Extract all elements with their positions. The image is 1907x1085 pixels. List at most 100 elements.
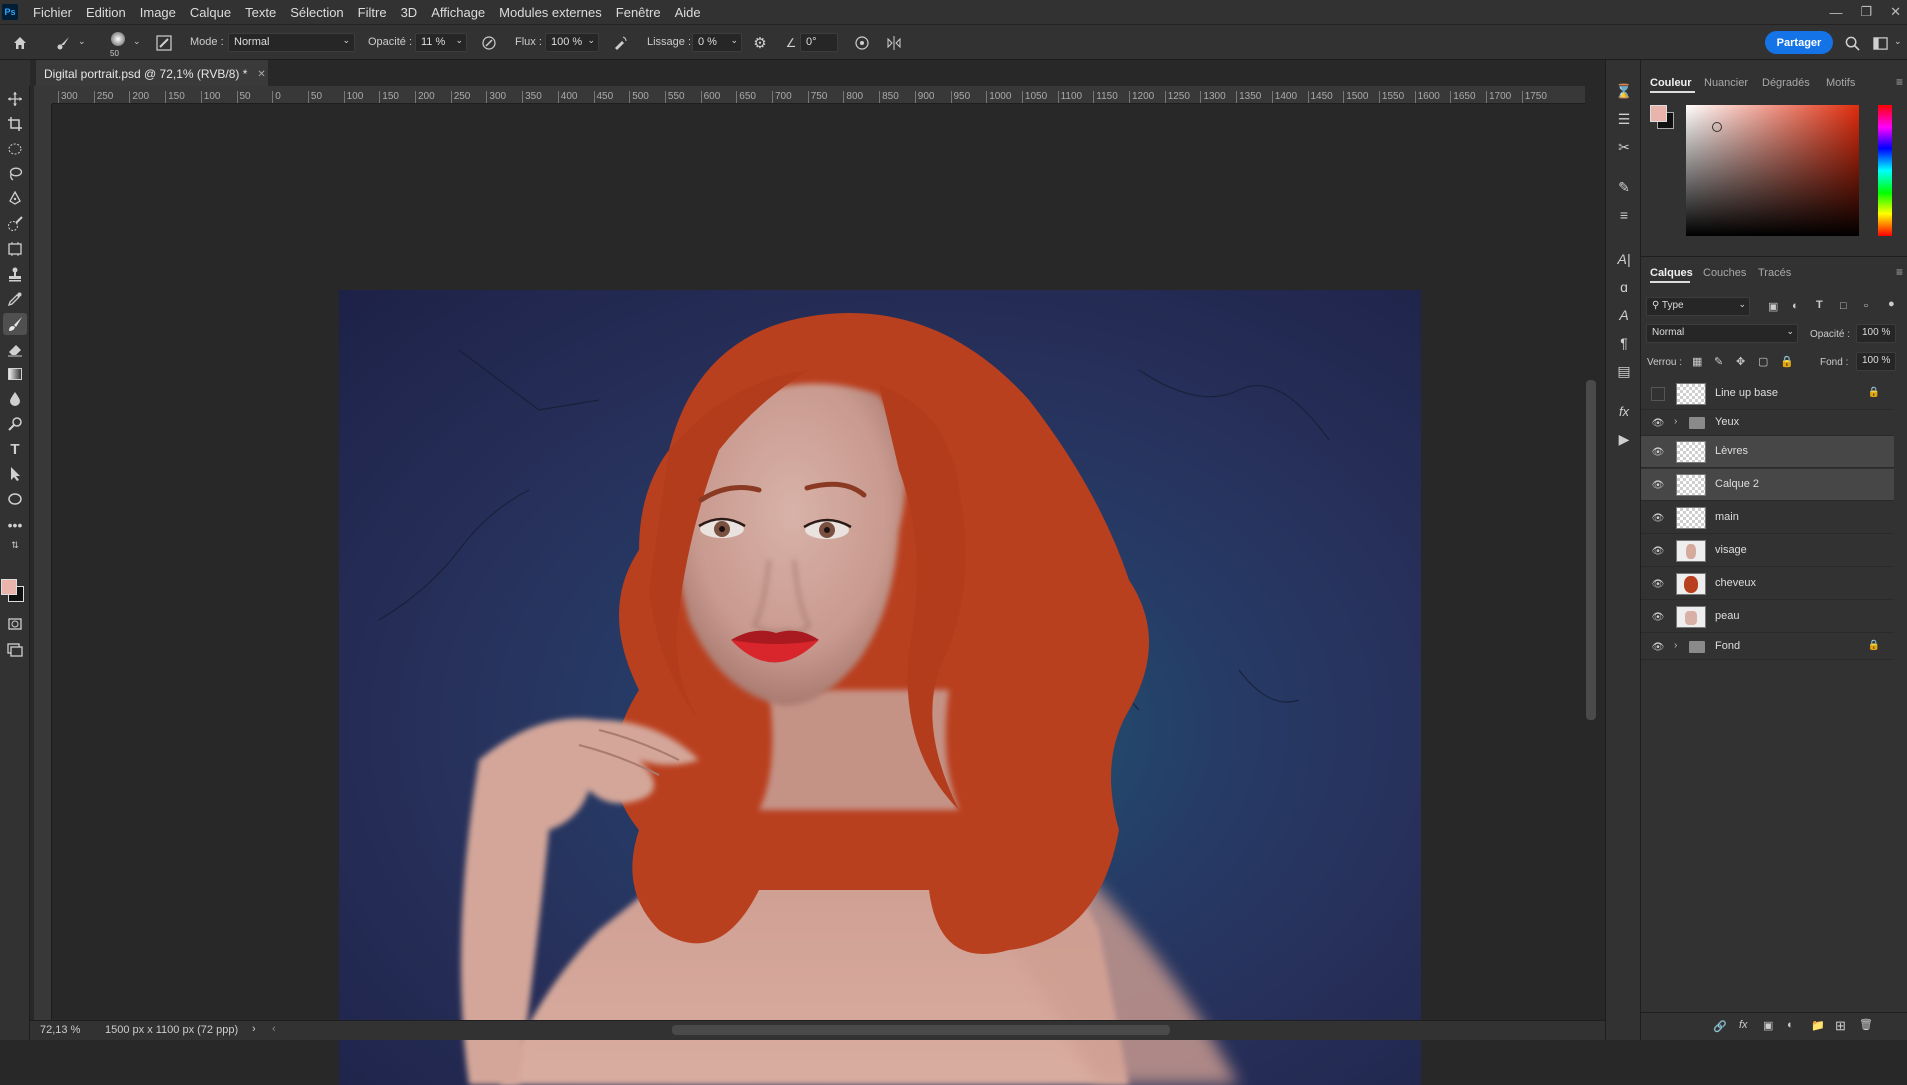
hue-slider[interactable]: [1878, 105, 1892, 236]
horizontal-scroll-thumb[interactable]: [672, 1025, 1170, 1035]
adjustment-layer-icon[interactable]: ◐: [1787, 1019, 1794, 1031]
scissors-icon[interactable]: ✂: [1612, 136, 1636, 158]
character-icon[interactable]: A|: [1612, 248, 1636, 270]
layer-filter-select[interactable]: ⚲ Type ⌄: [1646, 297, 1750, 316]
blur-tool-icon[interactable]: [3, 388, 27, 410]
layer-row[interactable]: Line up base 🔒: [1641, 378, 1894, 410]
layer-row[interactable]: 👁 cheveux: [1641, 568, 1894, 600]
eye-icon[interactable]: 👁: [1651, 610, 1665, 624]
chevron-down-icon[interactable]: ⌄: [1894, 36, 1902, 47]
restore-icon[interactable]: ❐: [1860, 4, 1872, 20]
blend-mode-select[interactable]: Normal ⌄: [1646, 324, 1798, 343]
filter-shape-icon[interactable]: □: [1840, 300, 1847, 312]
menu-selection[interactable]: Sélection: [283, 5, 350, 20]
chevron-right-icon[interactable]: ›: [252, 1023, 256, 1035]
menu-edition[interactable]: Edition: [79, 5, 133, 20]
screen-mode-icon[interactable]: [3, 638, 27, 660]
filter-smart-object-icon[interactable]: ▫: [1864, 300, 1868, 312]
link-layers-icon[interactable]: 🔗: [1713, 1020, 1727, 1033]
lock-artboard-icon[interactable]: ▢: [1758, 355, 1768, 368]
fill-field[interactable]: 100 %: [1856, 352, 1896, 371]
gradient-tool-icon[interactable]: [3, 363, 27, 385]
eye-icon[interactable]: 👁: [1651, 445, 1665, 459]
crop-tool-icon[interactable]: [3, 113, 27, 135]
eye-icon[interactable]: 👁: [1651, 511, 1665, 525]
paragraph-styles-icon[interactable]: ▤: [1612, 360, 1636, 382]
menu-aide[interactable]: Aide: [668, 5, 708, 20]
tab-nuancier[interactable]: Nuancier: [1704, 77, 1748, 89]
lasso-tool-icon[interactable]: [3, 163, 27, 185]
layer-row[interactable]: 👁 › Fond 🔒: [1641, 634, 1894, 660]
add-mask-icon[interactable]: ▣: [1763, 1019, 1773, 1032]
trash-icon[interactable]: 🗑: [1859, 1018, 1873, 1031]
smoothing-field[interactable]: 0 % ⌄: [692, 33, 742, 52]
menu-modules-externes[interactable]: Modules externes: [492, 5, 609, 20]
stamp-tool-icon[interactable]: [3, 263, 27, 285]
lock-all-icon[interactable]: 🔒: [1780, 355, 1794, 368]
chevron-right-icon[interactable]: ›: [1674, 416, 1677, 427]
properties-icon[interactable]: ☰: [1612, 108, 1636, 130]
close-icon[interactable]: ✕: [1890, 4, 1901, 20]
layers-menu-icon[interactable]: ≡: [1896, 265, 1903, 279]
layer-row[interactable]: 👁 main: [1641, 502, 1894, 534]
foreground-color-swatch[interactable]: [1, 579, 17, 595]
panel-foreground-swatch[interactable]: [1650, 105, 1667, 122]
layer-row[interactable]: 👁 › Yeux: [1641, 410, 1894, 436]
new-layer-icon[interactable]: ⊞: [1835, 1018, 1846, 1034]
menu-affichage[interactable]: Affichage: [424, 5, 492, 20]
opacity-field[interactable]: 11 % ⌄: [415, 33, 467, 52]
frame-tool-icon[interactable]: [3, 238, 27, 260]
more-tools-icon[interactable]: •••: [3, 514, 27, 536]
eye-icon[interactable]: 👁: [1651, 640, 1665, 654]
panel-menu-icon[interactable]: ≡: [1896, 75, 1903, 89]
menu-image[interactable]: Image: [133, 5, 183, 20]
filter-pixel-icon[interactable]: ▣: [1768, 300, 1778, 313]
workspace-icon[interactable]: [1870, 33, 1890, 53]
tab-couleur[interactable]: Couleur: [1650, 77, 1692, 89]
mode-select[interactable]: Normal ⌄: [228, 33, 355, 52]
ellipse-shape-icon[interactable]: [3, 488, 27, 510]
path-selection-icon[interactable]: [3, 463, 27, 485]
home-icon[interactable]: [10, 33, 30, 53]
minimize-icon[interactable]: —: [1829, 5, 1842, 20]
lock-position-icon[interactable]: ✥: [1736, 355, 1745, 368]
angle-field[interactable]: 0°: [800, 33, 838, 52]
eye-icon[interactable]: 👁: [1651, 577, 1665, 591]
type-tool-icon[interactable]: T: [3, 438, 27, 460]
brush-size-icon[interactable]: [108, 29, 128, 49]
brush-settings-panel-icon[interactable]: ✎: [1612, 176, 1636, 198]
character-styles-icon[interactable]: A: [1612, 304, 1636, 326]
flow-field[interactable]: 100 % ⌄: [545, 33, 599, 52]
filter-toggle-icon[interactable]: ●: [1888, 298, 1895, 310]
symmetry-icon[interactable]: [884, 33, 904, 53]
layer-opacity-field[interactable]: 100 %: [1856, 324, 1896, 343]
eye-icon[interactable]: 👁: [1651, 544, 1665, 558]
eye-icon[interactable]: 👁: [1651, 416, 1665, 430]
tab-couches[interactable]: Couches: [1703, 267, 1746, 279]
paragraph-icon[interactable]: ¶: [1612, 332, 1636, 354]
fx-styles-icon[interactable]: fx: [1612, 400, 1636, 422]
layer-row[interactable]: 👁 visage: [1641, 535, 1894, 567]
tab-motifs[interactable]: Motifs: [1826, 77, 1855, 89]
share-button[interactable]: Partager: [1765, 31, 1833, 54]
pressure-opacity-icon[interactable]: [479, 33, 499, 53]
eyedropper-icon[interactable]: [3, 288, 27, 310]
history-icon[interactable]: ⌛: [1612, 80, 1636, 102]
menu-filtre[interactable]: Filtre: [351, 5, 394, 20]
layer-row-selected[interactable]: 👁 Lèvres: [1641, 436, 1894, 468]
visibility-toggle-off[interactable]: [1651, 387, 1665, 401]
quick-mask-icon[interactable]: [3, 613, 27, 635]
brush-settings-icon[interactable]: [154, 33, 174, 53]
tab-calques[interactable]: Calques: [1650, 267, 1693, 279]
menu-3d[interactable]: 3D: [394, 5, 425, 20]
layer-row-selected[interactable]: 👁 Calque 2: [1641, 469, 1894, 501]
scroll-left-icon[interactable]: ‹: [272, 1023, 276, 1035]
gear-icon[interactable]: ⚙: [750, 33, 770, 53]
lock-transparency-icon[interactable]: ▦: [1692, 355, 1702, 368]
brush-tool-icon[interactable]: [3, 313, 27, 335]
swap-colors-icon[interactable]: ⇅: [3, 538, 27, 552]
search-icon[interactable]: [1842, 33, 1862, 53]
dodge-tool-icon[interactable]: [3, 413, 27, 435]
close-tab-icon[interactable]: ✕: [257, 69, 265, 80]
brush-preset-icon[interactable]: [52, 33, 74, 53]
